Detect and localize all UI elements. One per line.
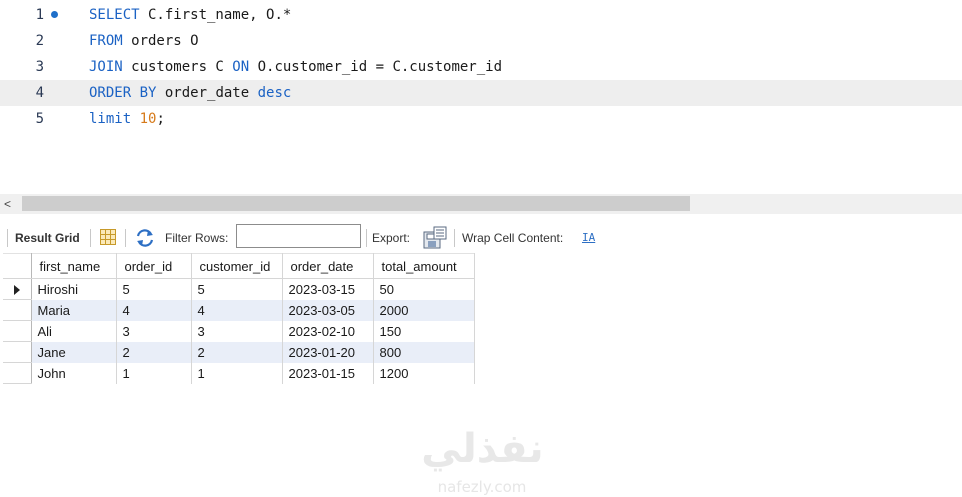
- watermark-url: nafezly.com: [437, 478, 527, 496]
- table-cell[interactable]: 2023-01-15: [282, 362, 374, 384]
- export-icon[interactable]: [422, 226, 448, 250]
- code-line[interactable]: 4 ORDER BY order_date desc: [0, 80, 962, 106]
- code-line[interactable]: 2 FROM orders O: [0, 28, 962, 54]
- column-header-customer-id[interactable]: customer_id: [191, 253, 283, 279]
- result-toolbar: Result Grid Filter Rows: Export: Wrap Ce…: [0, 224, 962, 252]
- column-header-order-id[interactable]: order_id: [116, 253, 192, 279]
- horizontal-scrollbar[interactable]: <: [0, 194, 962, 214]
- code-text: FROM orders O: [89, 28, 199, 54]
- column-header-order-date[interactable]: order_date: [282, 253, 374, 279]
- sql-text: customers C: [122, 59, 233, 75]
- code-line[interactable]: 3 JOIN customers C ON O.customer_id = C.c…: [0, 54, 962, 80]
- row-selector[interactable]: [3, 278, 32, 300]
- table-cell[interactable]: 3: [191, 320, 283, 342]
- toolbar-separator: [90, 229, 91, 247]
- sql-keyword: SELECT: [89, 7, 140, 23]
- toolbar-separator: [366, 229, 367, 247]
- toolbar-separator: [454, 229, 455, 247]
- table-cell[interactable]: 2023-01-20: [282, 341, 374, 363]
- sql-keyword: limit: [89, 111, 132, 127]
- row-selector-header[interactable]: [3, 253, 32, 279]
- table-cell[interactable]: 4: [191, 299, 283, 321]
- sql-text: ;: [156, 111, 165, 127]
- code-text: SELECT C.first_name, O.*: [89, 2, 291, 28]
- table-cell[interactable]: 50: [373, 278, 475, 300]
- sql-keyword: FROM: [89, 33, 123, 49]
- grid-header-row: first_name order_id customer_id order_da…: [3, 253, 475, 279]
- row-selector[interactable]: [3, 341, 32, 363]
- current-row-pointer-icon: [13, 285, 20, 296]
- toolbar-separator: [7, 229, 8, 247]
- table-cell[interactable]: 5: [191, 278, 283, 300]
- sql-keyword: ORDER BY: [89, 85, 157, 101]
- result-grid[interactable]: first_name order_id customer_id order_da…: [3, 253, 475, 384]
- toolbar-separator: [125, 229, 126, 247]
- table-cell[interactable]: 2023-03-05: [282, 299, 374, 321]
- table-cell[interactable]: 800: [373, 341, 475, 363]
- line-number: 5: [35, 111, 44, 127]
- table-cell[interactable]: 5: [116, 278, 192, 300]
- table-cell[interactable]: 3: [116, 320, 192, 342]
- table-cell[interactable]: Hiroshi: [31, 278, 117, 300]
- sql-text: C.first_name, O.*: [139, 7, 292, 23]
- line-number: 1: [35, 7, 44, 23]
- column-header-first-name[interactable]: first_name: [31, 253, 117, 279]
- sql-keyword: desc: [257, 85, 292, 101]
- table-cell[interactable]: 2: [191, 341, 283, 363]
- table-cell[interactable]: 2000: [373, 299, 475, 321]
- watermark-logo: نفذلي: [421, 426, 544, 472]
- table-cell[interactable]: Maria: [31, 299, 117, 321]
- wrap-cell-content-label: Wrap Cell Content:: [462, 231, 564, 245]
- statement-marker-icon: [51, 11, 58, 18]
- sql-number: 10: [139, 111, 157, 127]
- sql-keyword: JOIN: [89, 59, 123, 75]
- table-cell[interactable]: 1200: [373, 362, 475, 384]
- sql-keyword: ON: [232, 59, 250, 75]
- table-cell[interactable]: Jane: [31, 341, 117, 363]
- filter-rows-input[interactable]: [236, 224, 361, 248]
- filter-rows-label: Filter Rows:: [165, 231, 229, 245]
- refresh-icon[interactable]: [134, 228, 156, 248]
- result-grid-label[interactable]: Result Grid: [15, 224, 80, 252]
- row-selector[interactable]: [3, 320, 32, 342]
- table-cell[interactable]: John: [31, 362, 117, 384]
- table-row[interactable]: Hiroshi 5 5 2023-03-15 50: [3, 278, 475, 300]
- table-cell[interactable]: 1: [191, 362, 283, 384]
- code-line[interactable]: 1 SELECT C.first_name, O.*: [0, 2, 962, 28]
- scroll-left-arrow-icon[interactable]: <: [4, 196, 11, 212]
- line-number: 4: [35, 85, 44, 101]
- table-row[interactable]: Jane 2 2 2023-01-20 800: [3, 341, 475, 363]
- code-text: ORDER BY order_date desc: [89, 80, 291, 106]
- table-row[interactable]: Maria 4 4 2023-03-05 2000: [3, 299, 475, 321]
- sql-editor[interactable]: 1 SELECT C.first_name, O.* 2 FROM orders O3…: [0, 0, 962, 190]
- code-text: limit 10;: [89, 106, 165, 132]
- column-header-total-amount[interactable]: total_amount: [373, 253, 475, 279]
- table-cell[interactable]: 1: [116, 362, 192, 384]
- table-row[interactable]: Ali 3 3 2023-02-10 150: [3, 320, 475, 342]
- sql-text: O.customer_id = C.customer_id: [249, 59, 503, 75]
- sql-text: orders O: [122, 33, 199, 49]
- line-number: 2: [35, 33, 44, 49]
- row-selector[interactable]: [3, 362, 32, 384]
- table-cell[interactable]: 2023-02-10: [282, 320, 374, 342]
- wrap-cell-toggle-icon[interactable]: IA: [582, 224, 595, 252]
- code-line[interactable]: 5 limit 10;: [0, 106, 962, 132]
- scrollbar-thumb[interactable]: [22, 196, 690, 211]
- sql-text: order_date: [156, 85, 258, 101]
- table-cell[interactable]: Ali: [31, 320, 117, 342]
- line-number: 3: [35, 59, 44, 75]
- export-label: Export:: [372, 231, 411, 245]
- code-text: JOIN customers C ON O.customer_id = C.cu…: [89, 54, 502, 80]
- row-selector[interactable]: [3, 299, 32, 321]
- table-cell[interactable]: 150: [373, 320, 475, 342]
- grid-view-icon[interactable]: [99, 228, 117, 248]
- table-cell[interactable]: 2023-03-15: [282, 278, 374, 300]
- table-row[interactable]: John 1 1 2023-01-15 1200: [3, 362, 475, 384]
- table-cell[interactable]: 4: [116, 299, 192, 321]
- table-cell[interactable]: 2: [116, 341, 192, 363]
